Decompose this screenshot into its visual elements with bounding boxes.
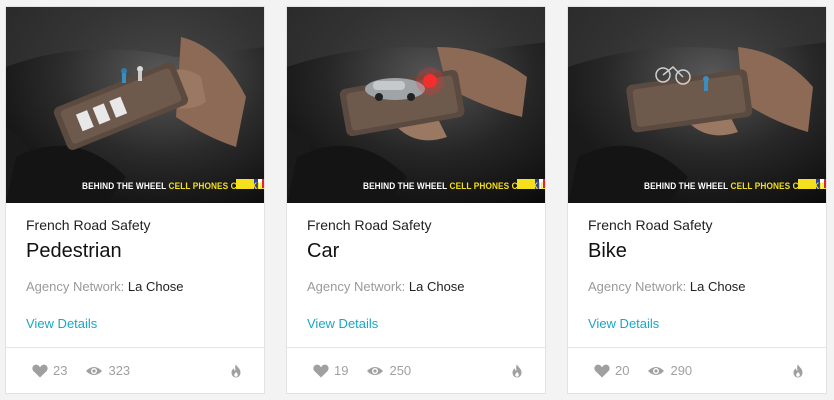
client-name: French Road Safety bbox=[588, 217, 713, 233]
view-details-link[interactable]: View Details bbox=[26, 316, 97, 331]
campaign-title[interactable]: Car bbox=[307, 239, 525, 263]
heart-icon bbox=[594, 364, 610, 377]
like-value: 20 bbox=[615, 363, 630, 378]
agency-label: Agency Network: bbox=[307, 279, 406, 294]
view-details-link[interactable]: View Details bbox=[307, 316, 378, 331]
tagline-white: BEHIND THE WHEEL bbox=[82, 181, 167, 191]
tagline-white: BEHIND THE WHEEL bbox=[363, 181, 448, 191]
view-details-link[interactable]: View Details bbox=[588, 316, 659, 331]
flame-icon[interactable] bbox=[230, 364, 242, 378]
agency-network: Agency Network: La Chose bbox=[588, 279, 806, 295]
view-count: 323 bbox=[85, 363, 130, 378]
ad-tagline: BEHIND THE WHEEL CELL PHONES CAN KILL bbox=[644, 181, 827, 191]
agency-label: Agency Network: bbox=[26, 279, 125, 294]
tagline-highlight: CELL PHONES CAN KILL bbox=[730, 181, 827, 191]
view-count: 290 bbox=[647, 363, 692, 378]
like-count[interactable]: 19 bbox=[313, 363, 348, 378]
heart-icon bbox=[313, 364, 329, 377]
view-value: 323 bbox=[108, 363, 131, 378]
eye-icon bbox=[86, 366, 103, 375]
ad-image bbox=[6, 7, 264, 203]
agency-value: La Chose bbox=[408, 279, 465, 294]
heart-icon bbox=[32, 364, 48, 377]
flame-icon[interactable] bbox=[792, 364, 804, 378]
view-value: 250 bbox=[389, 363, 412, 378]
campaign-thumbnail[interactable]: BEHIND THE WHEEL CELL PHONES CAN KILL bbox=[6, 7, 265, 203]
like-count[interactable]: 23 bbox=[32, 363, 67, 378]
campaign-title[interactable]: Bike bbox=[588, 239, 806, 263]
client-name: French Road Safety bbox=[307, 217, 432, 233]
agency-value: La Chose bbox=[127, 279, 184, 294]
view-value: 290 bbox=[670, 363, 693, 378]
like-value: 23 bbox=[53, 363, 68, 378]
eye-icon bbox=[367, 366, 384, 375]
card-footer: 19 250 bbox=[287, 347, 545, 393]
ad-image bbox=[287, 7, 545, 203]
card-footer: 23 323 bbox=[6, 347, 264, 393]
card-body: French Road Safety Bike Agency Network: … bbox=[588, 215, 806, 333]
agency-value: La Chose bbox=[689, 279, 746, 294]
card-body: French Road Safety Car Agency Network: L… bbox=[307, 215, 525, 333]
tagline-white: BEHIND THE WHEEL bbox=[644, 181, 729, 191]
flame-icon[interactable] bbox=[511, 364, 523, 378]
like-count[interactable]: 20 bbox=[594, 363, 629, 378]
campaign-thumbnail[interactable]: BEHIND THE WHEEL CELL PHONES CAN KILL bbox=[287, 7, 546, 203]
agency-label: Agency Network: bbox=[588, 279, 687, 294]
campaign-card[interactable]: BEHIND THE WHEEL CELL PHONES CAN KILL Fr… bbox=[5, 6, 265, 394]
ad-image bbox=[568, 7, 826, 203]
agency-network: Agency Network: La Chose bbox=[307, 279, 525, 295]
like-value: 19 bbox=[334, 363, 349, 378]
agency-network: Agency Network: La Chose bbox=[26, 279, 244, 295]
campaign-card-grid: BEHIND THE WHEEL CELL PHONES CAN KILL Fr… bbox=[0, 0, 834, 400]
view-count: 250 bbox=[366, 363, 411, 378]
campaign-card[interactable]: BEHIND THE WHEEL CELL PHONES CAN KILL Fr… bbox=[286, 6, 546, 394]
tagline-highlight: CELL PHONES CAN KILL bbox=[168, 181, 265, 191]
card-footer: 20 290 bbox=[568, 347, 826, 393]
ad-tagline: BEHIND THE WHEEL CELL PHONES CAN KILL bbox=[363, 181, 546, 191]
campaign-thumbnail[interactable]: BEHIND THE WHEEL CELL PHONES CAN KILL bbox=[568, 7, 827, 203]
client-name: French Road Safety bbox=[26, 217, 151, 233]
tagline-highlight: CELL PHONES CAN KILL bbox=[449, 181, 546, 191]
campaign-card[interactable]: BEHIND THE WHEEL CELL PHONES CAN KILL Fr… bbox=[567, 6, 827, 394]
eye-icon bbox=[648, 366, 665, 375]
campaign-title[interactable]: Pedestrian bbox=[26, 239, 244, 263]
card-body: French Road Safety Pedestrian Agency Net… bbox=[26, 215, 244, 333]
ad-tagline: BEHIND THE WHEEL CELL PHONES CAN KILL bbox=[82, 181, 265, 191]
